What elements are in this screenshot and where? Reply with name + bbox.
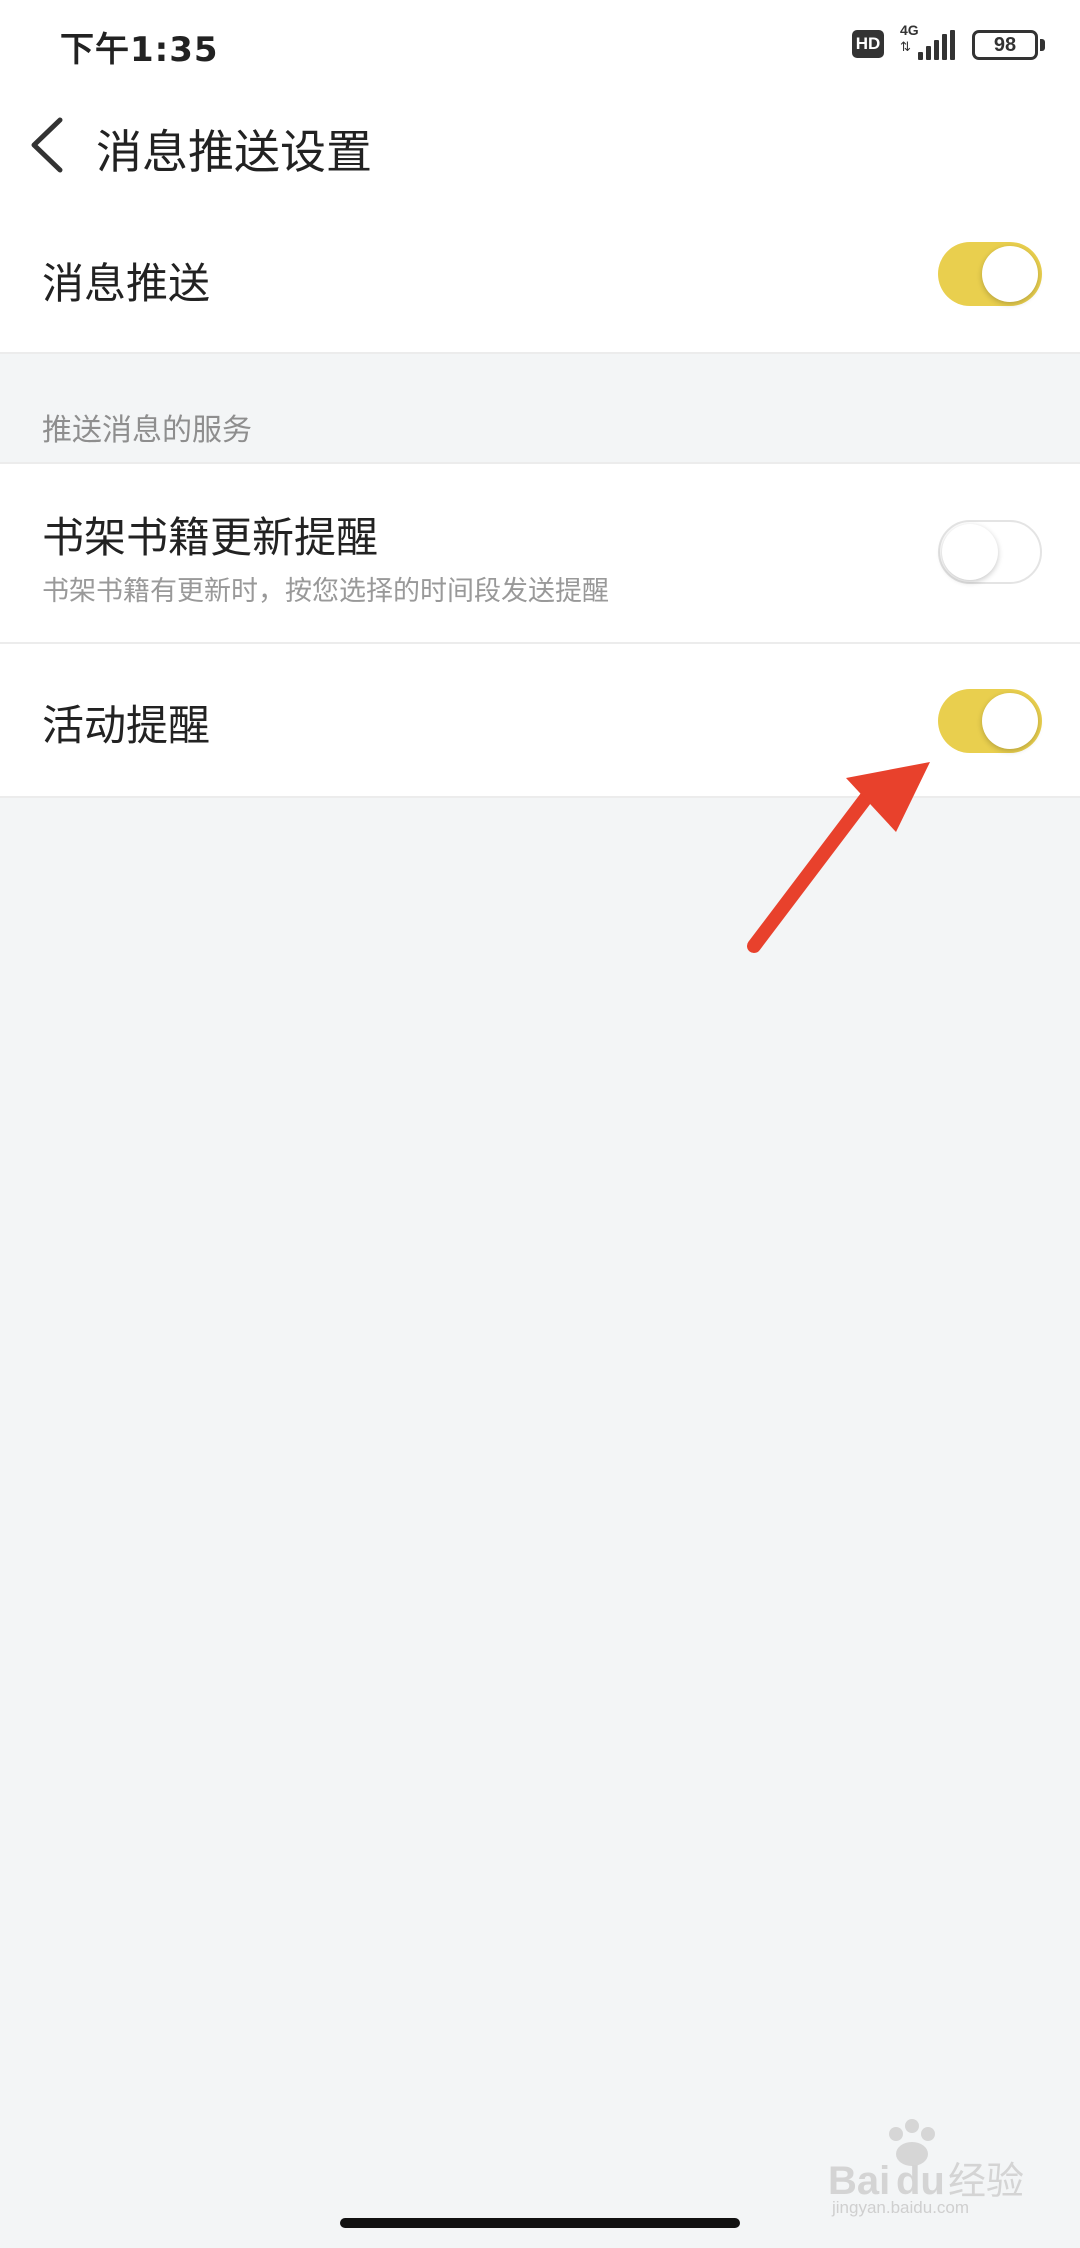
svg-text:经验: 经验 [948,2159,1024,2202]
watermark-url: jingyan.baidu.com [832,2198,970,2217]
section-label: 推送消息的服务 [42,413,252,448]
hd-badge: HD [852,30,884,58]
toggle-knob [982,246,1038,302]
activity-reminder-switch[interactable] [938,689,1042,753]
signal-strength-icon [918,30,958,60]
baidu-jingyan-logo: Bai du 经验 [828,2119,1024,2202]
status-bar: 下午1:35 HD 4G ⇅ 98 [0,0,1080,90]
bookshelf-update-switch[interactable] [938,520,1042,584]
bookshelf-update-row: 书架书籍更新提醒 书架书籍有更新时，按您选择的时间段发送提醒 [0,464,1080,642]
chevron-left-icon [31,117,63,173]
annotation-arrow-icon [747,762,930,953]
push-toggle-row: 消息推送 [0,200,1080,352]
bookshelf-update-description: 书架书籍有更新时，按您选择的时间段发送提醒 [42,576,609,607]
activity-reminder-label: 活动提醒 [42,701,211,750]
status-time: 下午1:35 [60,30,219,70]
divider [0,352,1080,354]
svg-text:du: du [896,2159,945,2202]
svg-text:Bai: Bai [828,2159,890,2202]
network-type-label: 4G [900,22,919,38]
battery-tip [1040,39,1045,51]
toggle-knob [942,524,998,580]
header: 消息推送设置 [0,90,1080,200]
battery-icon: 98 [972,30,1038,60]
push-toggle-switch[interactable] [938,242,1042,306]
home-indicator[interactable] [340,2218,740,2228]
battery-level: 98 [993,34,1017,56]
push-toggle-label: 消息推送 [42,259,211,308]
data-transfer-icon: ⇅ [900,40,911,55]
back-button[interactable] [22,110,82,180]
toggle-knob [982,693,1038,749]
bookshelf-update-label: 书架书籍更新提醒 [42,513,379,562]
network-indicator: 4G ⇅ [898,22,958,62]
screen: 下午1:35 HD 4G ⇅ 98 消息推送设置 消息推送 推送消息的服务 书架… [0,0,1080,2248]
page-title: 消息推送设置 [96,125,372,179]
